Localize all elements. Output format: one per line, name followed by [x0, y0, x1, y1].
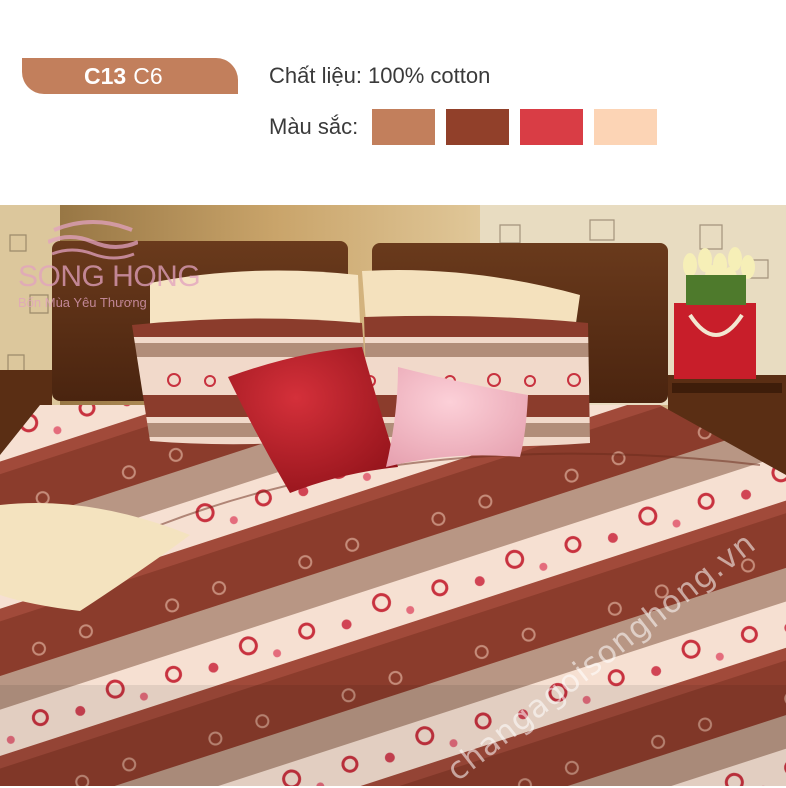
brand-name: SONG HONG	[18, 260, 201, 293]
color-swatch-list	[372, 109, 658, 145]
product-code-badge: C13 C6	[22, 58, 238, 94]
brand-slogan: Bốn Mùa Yêu Thương	[18, 295, 147, 310]
brand-watermark: SONG HONG Bốn Mùa Yêu Thương	[18, 220, 201, 310]
color-swatch	[446, 109, 510, 145]
product-code: C13	[84, 62, 127, 89]
color-label: Màu sắc:	[269, 114, 359, 139]
color-swatch	[594, 109, 658, 145]
color-spec: Màu sắc:	[269, 109, 658, 145]
product-variant: C6	[133, 62, 163, 89]
color-swatch	[372, 109, 436, 145]
color-swatch	[520, 109, 584, 145]
material-spec: Chất liệu: 100% cotton	[269, 63, 491, 88]
brand-logo-icon	[48, 220, 138, 260]
